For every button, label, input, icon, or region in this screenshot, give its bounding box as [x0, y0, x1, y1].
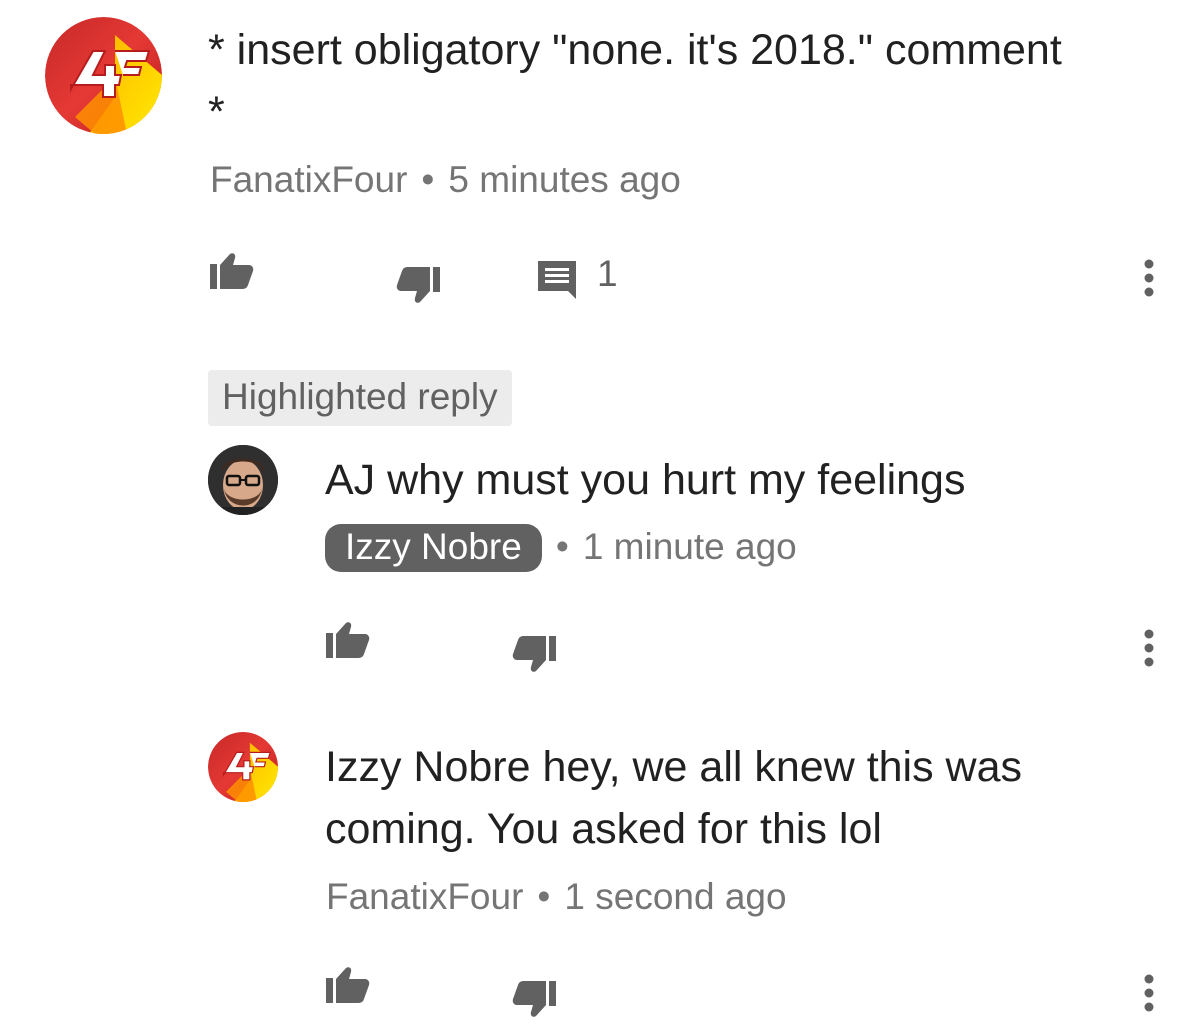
avatar-fanatixfour[interactable]	[208, 732, 278, 802]
thumb-up-icon[interactable]	[326, 621, 370, 659]
comment-text-line2: *	[208, 88, 225, 136]
avatar-izzy-nobre[interactable]	[208, 445, 278, 515]
comment-time: 5 minutes ago	[448, 159, 681, 200]
more-vert-icon[interactable]	[1139, 629, 1159, 667]
thumb-down-icon[interactable]	[396, 266, 440, 304]
fanatixfour-logo-icon	[45, 17, 162, 134]
avatar-fanatixfour[interactable]	[45, 17, 162, 134]
comment-text-line1: * insert obligatory "none. it's 2018." c…	[208, 26, 1062, 74]
fanatixfour-logo-icon	[208, 732, 278, 802]
reply-text: AJ why must you hurt my feelings	[325, 456, 966, 504]
reply-meta: Izzy Nobre • 1 minute ago	[325, 524, 797, 572]
reply-text: Izzy Nobre hey, we all knew this was com…	[325, 736, 1185, 860]
meta-separator: •	[555, 526, 569, 567]
more-vert-icon[interactable]	[1139, 974, 1159, 1012]
reply-author[interactable]: FanatixFour	[326, 876, 523, 917]
reply-text-line1: Izzy Nobre hey, we all knew this was	[325, 743, 1023, 791]
comment-meta: FanatixFour • 5 minutes ago	[210, 159, 681, 201]
thumb-down-icon[interactable]	[512, 980, 556, 1018]
reply-count[interactable]: 1	[597, 253, 618, 295]
highlighted-reply-label: Highlighted reply	[208, 370, 512, 426]
comment-author[interactable]: FanatixFour	[210, 159, 407, 200]
more-vert-icon[interactable]	[1139, 259, 1159, 297]
comment-icon[interactable]	[538, 261, 576, 299]
meta-separator: •	[421, 159, 435, 200]
reply-text-line2: coming. You asked for this lol	[325, 805, 882, 853]
creator-author-badge[interactable]: Izzy Nobre	[325, 524, 542, 572]
thumb-up-icon[interactable]	[326, 966, 370, 1004]
reply-time: 1 second ago	[564, 876, 787, 917]
meta-separator: •	[537, 876, 551, 917]
user-photo-icon	[208, 445, 278, 515]
reply-time: 1 minute ago	[582, 526, 797, 567]
comment-text: * insert obligatory "none. it's 2018." c…	[208, 19, 1168, 143]
thumb-up-icon[interactable]	[210, 252, 254, 290]
reply-meta: FanatixFour • 1 second ago	[326, 876, 787, 918]
thumb-down-icon[interactable]	[512, 635, 556, 673]
